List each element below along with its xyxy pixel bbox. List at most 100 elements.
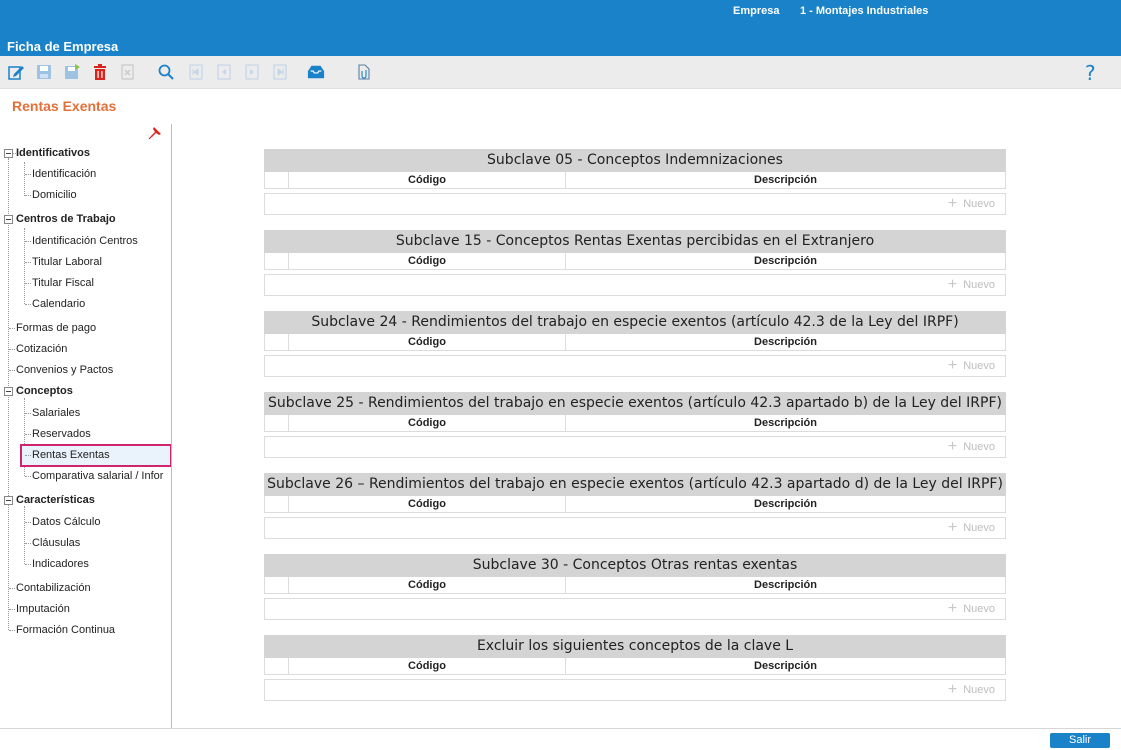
tree-group-caracteristicas[interactable]: Características [16,491,95,509]
empresa-label: Empresa [733,5,780,17]
pin-icon[interactable] [148,126,162,140]
plus-icon: + [947,276,958,293]
previous-record-icon[interactable] [214,62,234,82]
column-header-descripcion[interactable]: Descripción [566,334,1005,350]
tree-group-centros-de-trabajo[interactable]: Centros de Trabajo [16,210,116,228]
column-header-descripcion[interactable]: Descripción [566,172,1005,188]
column-header-codigo[interactable]: Código [289,172,566,188]
section-title: Rentas Exentas [12,98,117,114]
plus-icon: + [947,600,958,617]
nuevo-button[interactable]: + Nuevo [947,276,995,293]
tree-item-datos-calculo[interactable]: Datos Cálculo [32,513,100,531]
expander-conceptos[interactable] [4,387,13,396]
tree-item-titular-laboral[interactable]: Titular Laboral [32,253,102,271]
column-header-codigo[interactable]: Código [289,496,566,512]
column-header-descripcion[interactable]: Descripción [566,658,1005,674]
save-icon[interactable] [34,62,54,82]
plus-icon: + [947,438,958,455]
select-all-column[interactable] [265,496,289,512]
tree-group-identificativos[interactable]: Identificativos [16,144,90,162]
edit-icon[interactable] [6,62,26,82]
table-header: Código Descripción [264,334,1006,351]
plus-icon: + [947,681,958,698]
column-header-descripcion[interactable]: Descripción [566,577,1005,593]
salir-button[interactable]: Salir [1050,733,1110,748]
expander-caracteristicas[interactable] [4,496,13,505]
nuevo-label: Nuevo [963,441,995,453]
tree-item-contabilizacion[interactable]: Contabilización [16,579,91,597]
nuevo-button[interactable]: + Nuevo [947,519,995,536]
panel-title: Subclave 15 - Conceptos Rentas Exentas p… [264,230,1006,253]
tree-item-reservados[interactable]: Reservados [32,425,91,443]
save-as-icon[interactable] [62,62,82,82]
panel-title: Subclave 26 – Rendimientos del trabajo e… [264,473,1006,496]
panel-footer: + Nuevo [264,436,1006,458]
tree-item-titular-fiscal[interactable]: Titular Fiscal [32,274,94,292]
tree-item-calendario[interactable]: Calendario [32,295,85,313]
help-button[interactable]: ? [1085,61,1096,85]
table-header: Código Descripción [264,253,1006,270]
column-header-descripcion[interactable]: Descripción [566,253,1005,269]
select-all-column[interactable] [265,172,289,188]
select-all-column[interactable] [265,658,289,674]
tree-item-convenios-y-pactos[interactable]: Convenios y Pactos [16,361,113,379]
cancel-icon[interactable] [118,62,138,82]
nuevo-label: Nuevo [963,522,995,534]
nuevo-label: Nuevo [963,603,995,615]
panel-subclave-05: Subclave 05 - Conceptos Indemnizaciones … [264,149,1006,215]
empresa-value: 1 - Montajes Industriales [800,5,929,17]
tree-item-clausulas[interactable]: Cláusulas [32,534,80,552]
select-all-column[interactable] [265,253,289,269]
nuevo-button[interactable]: + Nuevo [947,438,995,455]
first-record-icon[interactable] [186,62,206,82]
tree-item-formacion-continua[interactable]: Formación Continua [16,621,115,639]
plus-icon: + [947,195,958,212]
tree-item-rentas-exentas[interactable]: Rentas Exentas [32,446,110,464]
attachment-icon[interactable] [353,62,373,82]
tree-item-comparativa-salarial[interactable]: Comparativa salarial / Infor [32,467,163,485]
tree-item-imputacion[interactable]: Imputación [16,600,70,618]
search-icon[interactable] [156,62,176,82]
toolbar: ? [0,56,1121,89]
column-header-codigo[interactable]: Código [289,334,566,350]
nuevo-button[interactable]: + Nuevo [947,600,995,617]
column-header-descripcion[interactable]: Descripción [566,415,1005,431]
table-header: Código Descripción [264,172,1006,189]
tree-item-indicadores[interactable]: Indicadores [32,555,89,573]
sidebar-tree: Identificativos Identificación Domicilio… [0,124,172,728]
column-header-codigo[interactable]: Código [289,577,566,593]
last-record-icon[interactable] [270,62,290,82]
expander-identificativos[interactable] [4,149,13,158]
panel-excluir-clave-l: Excluir los siguientes conceptos de la c… [264,635,1006,701]
panel-subclave-24: Subclave 24 - Rendimientos del trabajo e… [264,311,1006,377]
plus-icon: + [947,519,958,536]
nuevo-button[interactable]: + Nuevo [947,195,995,212]
nuevo-button[interactable]: + Nuevo [947,681,995,698]
select-all-column[interactable] [265,415,289,431]
column-header-descripcion[interactable]: Descripción [566,496,1005,512]
panel-footer: + Nuevo [264,355,1006,377]
tree-item-cotizacion[interactable]: Cotización [16,340,67,358]
nuevo-label: Nuevo [963,684,995,696]
tree-group-conceptos[interactable]: Conceptos [16,382,73,400]
tree-branch-line [24,228,25,304]
tree-item-identificacion-centros[interactable]: Identificación Centros [32,232,138,250]
select-all-column[interactable] [265,577,289,593]
next-record-icon[interactable] [242,62,262,82]
expander-centros[interactable] [4,215,13,224]
column-header-codigo[interactable]: Código [289,658,566,674]
panel-subclave-26: Subclave 26 – Rendimientos del trabajo e… [264,473,1006,539]
nuevo-label: Nuevo [963,198,995,210]
delete-icon[interactable] [90,62,110,82]
tree-item-formas-de-pago[interactable]: Formas de pago [16,319,96,337]
select-all-column[interactable] [265,334,289,350]
column-header-codigo[interactable]: Código [289,415,566,431]
inbox-icon[interactable] [305,62,327,82]
app-header: Empresa 1 - Montajes Industriales Ficha … [0,0,1121,56]
nuevo-button[interactable]: + Nuevo [948,358,995,374]
column-header-codigo[interactable]: Código [289,253,566,269]
tree-item-salariales[interactable]: Salariales [32,404,80,422]
tree-item-identificacion[interactable]: Identificación [32,165,96,183]
tree-item-domicilio[interactable]: Domicilio [32,186,77,204]
panel-subclave-25: Subclave 25 - Rendimientos del trabajo e… [264,392,1006,458]
